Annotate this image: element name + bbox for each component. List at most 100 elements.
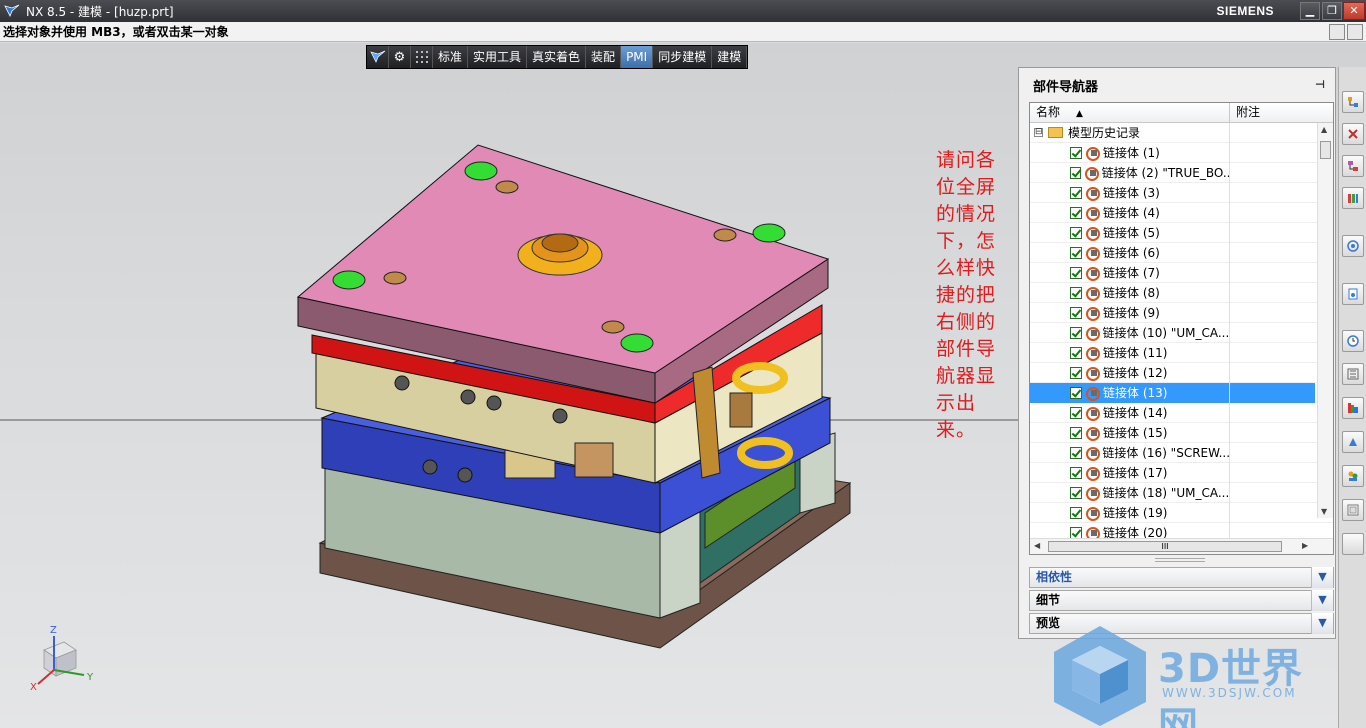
tab-utility[interactable]: 实用工具: [468, 46, 528, 68]
launch-icon[interactable]: [367, 46, 389, 68]
visibility-checkbox[interactable]: [1070, 146, 1082, 159]
interlock: [574, 442, 614, 478]
feature-note: [1230, 403, 1315, 423]
visibility-checkbox[interactable]: [1070, 346, 1082, 359]
tree-row[interactable]: 链接体 (1): [1030, 142, 1333, 163]
feature-note: [1230, 382, 1315, 403]
web-browser-button[interactable]: [1342, 499, 1364, 521]
visibility-checkbox[interactable]: [1070, 286, 1082, 299]
palette-icon[interactable]: [1342, 397, 1364, 419]
column-note-header[interactable]: 附注: [1230, 103, 1260, 122]
tree-row[interactable]: 链接体 (7): [1030, 262, 1333, 283]
navigator-header: 部件导航器 ⊣: [1019, 68, 1335, 102]
navigator-tree[interactable]: 名称 ▲ 附注 ⊟ 模型历史记录 链接体 (1) 链接体 (2) "TRUE_BO…: [1029, 102, 1334, 555]
tree-row[interactable]: 链接体 (12): [1030, 362, 1333, 383]
tree-row[interactable]: 链接体 (9): [1030, 302, 1333, 323]
visibility-checkbox[interactable]: [1070, 166, 1082, 179]
constraint-navigator-button[interactable]: [1342, 123, 1364, 145]
visibility-checkbox[interactable]: [1070, 466, 1082, 479]
visibility-checkbox[interactable]: [1070, 366, 1082, 379]
visibility-checkbox[interactable]: [1070, 386, 1082, 399]
tree-row[interactable]: 链接体 (5): [1030, 222, 1333, 243]
visibility-checkbox[interactable]: [1070, 406, 1082, 419]
reuse-library-button[interactable]: [1342, 187, 1364, 209]
tab-true-shading[interactable]: 真实着色: [527, 46, 587, 68]
process-studio-button[interactable]: [1342, 431, 1364, 453]
visibility-checkbox[interactable]: [1070, 506, 1082, 519]
minimize-button[interactable]: ▁: [1300, 2, 1320, 20]
scroll-up-icon[interactable]: ▲: [1321, 125, 1327, 134]
visibility-checkbox[interactable]: [1070, 526, 1082, 539]
column-name-header[interactable]: 名称 ▲: [1030, 103, 1230, 122]
navigator-title: 部件导航器: [1033, 79, 1099, 95]
history-button[interactable]: [1342, 283, 1364, 305]
hscroll-thumb[interactable]: III: [1048, 541, 1282, 552]
window-fit-button[interactable]: [1347, 24, 1363, 40]
visibility-checkbox[interactable]: [1070, 486, 1082, 499]
visibility-checkbox[interactable]: [1070, 186, 1082, 199]
clock-icon[interactable]: [1342, 330, 1364, 352]
tree-row[interactable]: 链接体 (10) "UM_CA...: [1030, 322, 1333, 343]
assembly-navigator-button[interactable]: [1342, 91, 1364, 113]
tree-vertical-scrollbar[interactable]: ▲ ▼: [1317, 123, 1333, 518]
feature-label: 链接体 (9): [1103, 306, 1160, 320]
tree-row[interactable]: 链接体 (4): [1030, 202, 1333, 223]
tree-row[interactable]: 链接体 (6): [1030, 242, 1333, 263]
cube-logo-icon: [1054, 626, 1146, 726]
cue-option-button[interactable]: [1329, 24, 1345, 40]
tree-row[interactable]: 链接体 (15): [1030, 422, 1333, 443]
feature-note: [1230, 483, 1315, 503]
visibility-checkbox[interactable]: [1070, 426, 1082, 439]
tree-row[interactable]: 链接体 (14): [1030, 402, 1333, 423]
chevron-down-icon[interactable]: ▼: [1311, 590, 1333, 611]
tree-horizontal-scrollbar[interactable]: ◀ III ▶: [1030, 538, 1333, 554]
linked-body-icon: [1085, 186, 1100, 201]
linked-body-icon: [1085, 346, 1100, 361]
scroll-down-icon[interactable]: ▼: [1321, 507, 1327, 516]
visibility-checkbox[interactable]: [1070, 446, 1082, 459]
system-materials-button[interactable]: [1342, 363, 1364, 385]
tree-root-row[interactable]: ⊟ 模型历史记录: [1030, 122, 1333, 143]
tab-assembly[interactable]: 装配: [586, 46, 622, 68]
feature-label: 链接体 (8): [1103, 286, 1160, 300]
scroll-left-icon[interactable]: ◀: [1034, 541, 1040, 550]
tree-row[interactable]: 链接体 (13): [1030, 382, 1333, 403]
visibility-checkbox[interactable]: [1070, 266, 1082, 279]
pin-icon[interactable]: ⊣: [1315, 78, 1325, 91]
close-button[interactable]: ✕: [1343, 2, 1365, 20]
internet-explorer-button[interactable]: [1342, 235, 1364, 257]
roles-button[interactable]: [1342, 465, 1364, 487]
visibility-checkbox[interactable]: [1070, 246, 1082, 259]
tree-row[interactable]: 链接体 (3): [1030, 182, 1333, 203]
gear-icon[interactable]: ⚙: [389, 46, 411, 68]
tree-row[interactable]: 链接体 (8): [1030, 282, 1333, 303]
tree-row[interactable]: 链接体 (2) "TRUE_BO...: [1030, 162, 1333, 183]
grid-icon[interactable]: [411, 46, 433, 68]
tree-row[interactable]: 链接体 (18) "UM_CA...: [1030, 482, 1333, 503]
tab-sync-modeling[interactable]: 同步建模: [653, 46, 713, 68]
visibility-checkbox[interactable]: [1070, 306, 1082, 319]
restore-button[interactable]: ❐: [1322, 2, 1342, 20]
scroll-thumb[interactable]: [1320, 141, 1331, 159]
scroll-right-icon[interactable]: ▶: [1302, 541, 1308, 550]
visibility-checkbox[interactable]: [1070, 326, 1082, 339]
details-section[interactable]: 细节 ▼: [1029, 590, 1334, 611]
tree-row[interactable]: 链接体 (16) "SCREW...: [1030, 442, 1333, 463]
tree-row[interactable]: 链接体 (19): [1030, 502, 1333, 523]
feature-label: 链接体 (6): [1103, 246, 1160, 260]
visibility-checkbox[interactable]: [1070, 226, 1082, 239]
tab-standard[interactable]: 标准: [433, 46, 469, 68]
tree-row[interactable]: 链接体 (11): [1030, 342, 1333, 363]
part-navigator-button[interactable]: [1342, 155, 1364, 177]
panel-splitter[interactable]: [1155, 558, 1205, 562]
dependencies-section[interactable]: 相依性 ▼: [1029, 567, 1334, 588]
collapse-icon[interactable]: ⊟: [1034, 128, 1043, 137]
blank-resource-button[interactable]: [1342, 533, 1364, 555]
site-watermark: 3D世界网 WWW.3DSJW.COM: [1050, 624, 1340, 728]
tab-modeling[interactable]: 建模: [712, 46, 748, 68]
sort-ascending-icon: ▲: [1076, 109, 1083, 119]
visibility-checkbox[interactable]: [1070, 206, 1082, 219]
chevron-down-icon[interactable]: ▼: [1311, 567, 1333, 588]
tab-pmi[interactable]: PMI: [621, 46, 654, 68]
tree-row[interactable]: 链接体 (17): [1030, 462, 1333, 483]
